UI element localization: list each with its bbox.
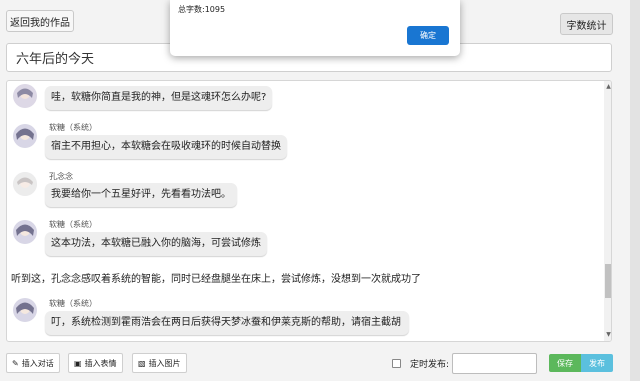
word-count-button[interactable]: 字数统计: [560, 13, 613, 35]
chat-editor[interactable]: 哇，软糖你简直是我的神，但是这魂环怎么办呢? 软糖（系统） 宿主不用担心，本软糖…: [6, 80, 612, 342]
scroll-up-icon[interactable]: ▲: [605, 83, 611, 91]
message-bubble: 哇，软糖你简直是我的神，但是这魂环怎么办呢?: [45, 86, 273, 110]
checkbox-icon[interactable]: [392, 359, 401, 368]
save-button[interactable]: 保存: [549, 354, 581, 372]
avatar: [13, 84, 37, 108]
image-icon: ▧: [138, 358, 146, 368]
scroll-down-icon[interactable]: ▼: [605, 331, 611, 339]
emoji-icon: ▣: [74, 358, 82, 368]
back-to-my-works-button[interactable]: 返回我的作品: [6, 10, 74, 32]
publish-button[interactable]: 发布: [581, 354, 613, 372]
avatar: [13, 172, 37, 196]
avatar: [13, 124, 37, 148]
alert-dialog: 总字数:1095 确定: [170, 0, 460, 56]
insert-emoji-label: 插入表情: [84, 358, 117, 368]
message-bubble: 宿主不用担心，本软糖会在吸收魂环的时候自动替换: [45, 135, 287, 159]
insert-emoji-button[interactable]: ▣ 插入表情: [68, 353, 123, 373]
avatar: [13, 220, 37, 244]
message-bubble: 这本功法，本软糖已融入你的脑海，可尝试修炼: [45, 232, 267, 256]
chapter-title-text: 六年后的今天: [16, 52, 95, 67]
avatar: [13, 298, 37, 322]
chat-icon: ✎: [12, 358, 19, 368]
insert-dialog-label: 插入对话: [21, 358, 54, 368]
message-sender: 孔念念: [49, 172, 73, 181]
insert-image-button[interactable]: ▧ 插入图片: [132, 353, 187, 373]
message-sender: 软糖（系统）: [49, 220, 97, 229]
message-bubble: 叮，系统检测到霍雨浩会在两日后获得天梦冰蚕和伊莱克斯的帮助，请宿主截胡: [45, 311, 409, 335]
chat-scrollbar[interactable]: ▲ ▼: [604, 81, 611, 341]
message-sender: 软糖（系统）: [49, 123, 97, 132]
window-edge: [630, 0, 640, 381]
narration-text: 听到这，孔念念感叹着系统的智能，同时已经盘腿坐在床上，尝试修炼，没想到一次就成功…: [11, 274, 421, 285]
insert-image-label: 插入图片: [148, 358, 181, 368]
message-bubble: 我要给你一个五星好评，先看看功法吧。: [45, 183, 237, 207]
ok-button[interactable]: 确定: [407, 26, 449, 45]
publish-time-input[interactable]: [452, 353, 537, 374]
insert-dialog-button[interactable]: ✎ 插入对话: [6, 353, 60, 373]
scheduled-publish-label: 定时发布:: [410, 360, 450, 370]
message-sender: 软糖（系统）: [49, 299, 97, 308]
scrollbar-thumb[interactable]: [605, 264, 611, 298]
scheduled-publish: 定时发布:: [392, 357, 449, 370]
dialog-message: 总字数:1095: [178, 5, 226, 14]
